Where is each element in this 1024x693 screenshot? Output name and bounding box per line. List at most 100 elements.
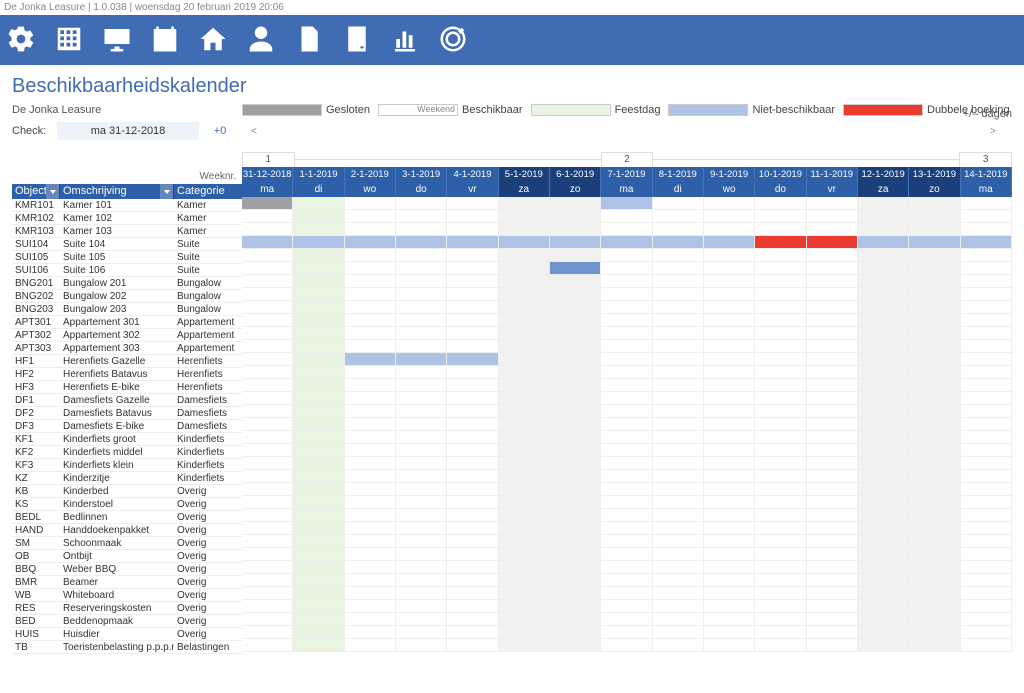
availability-cell[interactable] xyxy=(704,509,755,521)
prev-arrow[interactable]: < xyxy=(251,126,263,137)
availability-cell[interactable] xyxy=(653,535,704,547)
availability-cell[interactable] xyxy=(601,470,652,482)
availability-cell[interactable] xyxy=(242,470,293,482)
availability-cell[interactable] xyxy=(447,314,498,326)
availability-cell[interactable] xyxy=(601,522,652,534)
availability-cell[interactable] xyxy=(293,613,344,625)
availability-cell[interactable] xyxy=(242,340,293,352)
availability-cell[interactable] xyxy=(447,223,498,235)
availability-cell[interactable] xyxy=(293,223,344,235)
availability-cell[interactable] xyxy=(653,496,704,508)
availability-cell[interactable] xyxy=(396,340,447,352)
availability-cell[interactable] xyxy=(293,431,344,443)
availability-cell[interactable] xyxy=(858,392,909,404)
availability-cell[interactable] xyxy=(755,626,806,638)
availability-cell[interactable] xyxy=(909,301,960,313)
availability-cell[interactable] xyxy=(242,483,293,495)
availability-cell[interactable] xyxy=(242,600,293,612)
availability-cell[interactable] xyxy=(345,197,396,209)
availability-cell[interactable] xyxy=(601,249,652,261)
availability-cell[interactable] xyxy=(807,626,858,638)
availability-cell[interactable] xyxy=(396,444,447,456)
availability-cell[interactable] xyxy=(550,548,601,560)
availability-cell[interactable] xyxy=(858,535,909,547)
availability-cell[interactable] xyxy=(755,457,806,469)
availability-cell[interactable] xyxy=(858,249,909,261)
availability-cell[interactable] xyxy=(858,496,909,508)
availability-cell[interactable] xyxy=(293,600,344,612)
availability-cell[interactable] xyxy=(499,496,550,508)
availability-cell[interactable] xyxy=(755,197,806,209)
availability-cell[interactable] xyxy=(293,548,344,560)
object-row[interactable]: KZKinderzitjeKinderfiets xyxy=(12,472,242,485)
availability-cell[interactable] xyxy=(242,288,293,300)
object-row[interactable]: OBOntbijtOverig xyxy=(12,550,242,563)
availability-cell[interactable] xyxy=(396,509,447,521)
document-icon[interactable] xyxy=(294,24,324,57)
availability-cell[interactable] xyxy=(961,509,1012,521)
object-row[interactable]: BMRBeamerOverig xyxy=(12,576,242,589)
availability-cell[interactable] xyxy=(961,431,1012,443)
availability-cell[interactable] xyxy=(550,353,601,365)
availability-cell[interactable] xyxy=(961,366,1012,378)
availability-cell[interactable] xyxy=(550,249,601,261)
availability-cell[interactable] xyxy=(755,353,806,365)
availability-cell[interactable] xyxy=(704,600,755,612)
filter-omschrijving-button[interactable] xyxy=(160,184,173,199)
availability-cell[interactable] xyxy=(807,470,858,482)
availability-cell[interactable] xyxy=(293,639,344,651)
availability-cell[interactable] xyxy=(499,509,550,521)
availability-cell[interactable] xyxy=(396,431,447,443)
availability-cell[interactable] xyxy=(499,236,550,248)
availability-cell[interactable] xyxy=(499,639,550,651)
availability-cell[interactable] xyxy=(807,496,858,508)
availability-cell[interactable] xyxy=(909,405,960,417)
availability-cell[interactable] xyxy=(499,288,550,300)
date-header-cell[interactable]: 31-12-2018 xyxy=(242,167,293,182)
availability-cell[interactable] xyxy=(653,262,704,274)
availability-cell[interactable] xyxy=(447,249,498,261)
availability-cell[interactable] xyxy=(447,288,498,300)
availability-cell[interactable] xyxy=(499,587,550,599)
availability-cell[interactable] xyxy=(345,444,396,456)
availability-cell[interactable] xyxy=(396,301,447,313)
availability-cell[interactable] xyxy=(499,314,550,326)
availability-cell[interactable] xyxy=(293,236,344,248)
availability-cell[interactable] xyxy=(755,548,806,560)
availability-cell[interactable] xyxy=(909,249,960,261)
availability-cell[interactable] xyxy=(653,626,704,638)
availability-cell[interactable] xyxy=(396,418,447,430)
availability-cell[interactable] xyxy=(601,223,652,235)
availability-cell[interactable] xyxy=(909,509,960,521)
availability-cell[interactable] xyxy=(550,444,601,456)
availability-cell[interactable] xyxy=(704,587,755,599)
availability-cell[interactable] xyxy=(858,366,909,378)
availability-cell[interactable] xyxy=(601,496,652,508)
availability-cell[interactable] xyxy=(242,223,293,235)
object-row[interactable]: DF3Damesfiets E-bikeDamesfiets xyxy=(12,420,242,433)
availability-cell[interactable] xyxy=(909,600,960,612)
availability-cell[interactable] xyxy=(293,509,344,521)
availability-cell[interactable] xyxy=(601,275,652,287)
object-row[interactable]: RESReserveringskostenOverig xyxy=(12,602,242,615)
object-row[interactable]: BBQWeber BBQOverig xyxy=(12,563,242,576)
availability-cell[interactable] xyxy=(601,353,652,365)
availability-cell[interactable] xyxy=(653,431,704,443)
availability-cell[interactable] xyxy=(499,301,550,313)
availability-cell[interactable] xyxy=(447,353,498,365)
availability-cell[interactable] xyxy=(807,223,858,235)
availability-cell[interactable] xyxy=(447,626,498,638)
availability-cell[interactable] xyxy=(396,197,447,209)
availability-cell[interactable] xyxy=(909,626,960,638)
availability-cell[interactable] xyxy=(755,418,806,430)
availability-cell[interactable] xyxy=(550,340,601,352)
availability-cell[interactable] xyxy=(858,613,909,625)
availability-cell[interactable] xyxy=(704,366,755,378)
availability-cell[interactable] xyxy=(858,210,909,222)
availability-cell[interactable] xyxy=(345,366,396,378)
availability-cell[interactable] xyxy=(961,613,1012,625)
availability-cell[interactable] xyxy=(447,405,498,417)
availability-cell[interactable] xyxy=(807,613,858,625)
date-header-cell[interactable]: 14-1-2019 xyxy=(961,167,1012,182)
availability-cell[interactable] xyxy=(909,561,960,573)
